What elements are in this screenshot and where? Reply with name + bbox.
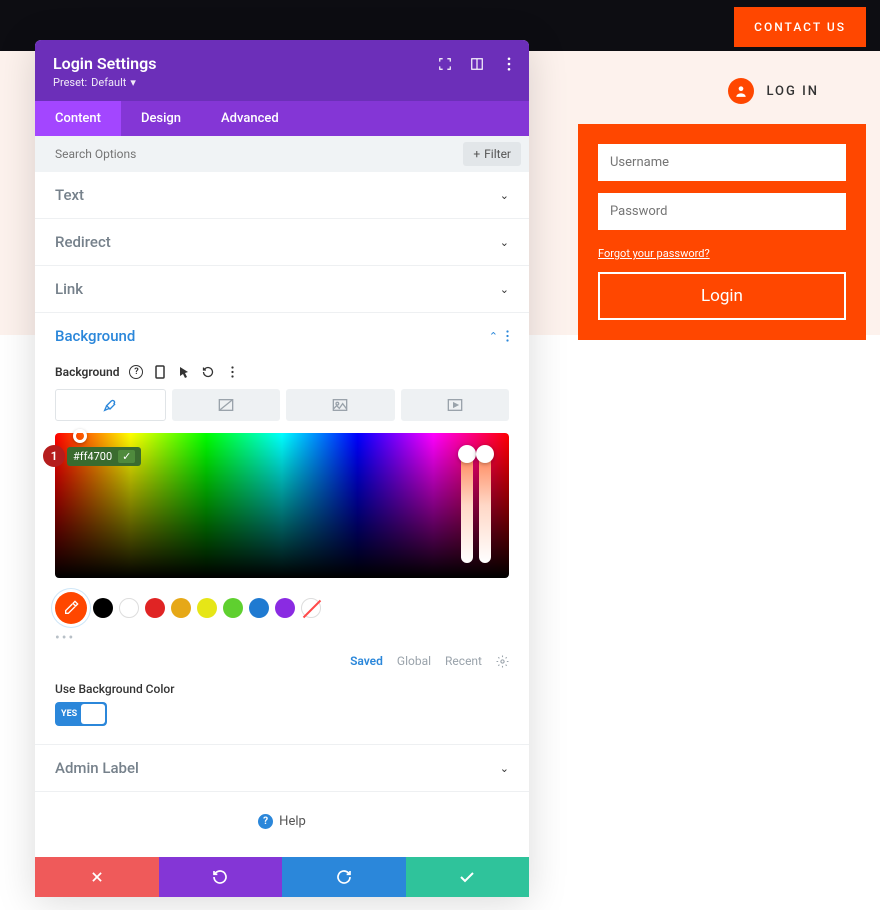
bottom-action-bar [35, 857, 529, 897]
color-picker-handle[interactable] [73, 429, 87, 443]
device-icon[interactable] [153, 365, 167, 379]
focus-icon[interactable] [437, 56, 453, 72]
swatch-orange[interactable] [171, 598, 191, 618]
section-redirect-title: Redirect [55, 233, 111, 251]
password-input[interactable] [598, 193, 846, 230]
toggle-state: YES [61, 709, 77, 719]
preset-value: Default [91, 76, 126, 89]
filter-button[interactable]: + Filter [463, 142, 521, 166]
help-label: Help [279, 814, 306, 829]
hover-icon[interactable] [177, 365, 191, 379]
swatch-blue[interactable] [249, 598, 269, 618]
bg-tab-color[interactable] [55, 389, 166, 421]
color-picker-area[interactable]: 1 #ff4700 ✓ [55, 433, 509, 578]
swatch-row [55, 592, 509, 624]
save-button[interactable] [406, 857, 530, 897]
login-form: Forgot your password? Login [578, 124, 866, 340]
swatch-purple[interactable] [275, 598, 295, 618]
username-input[interactable] [598, 144, 846, 181]
tab-advanced[interactable]: Advanced [201, 101, 299, 136]
tab-content[interactable]: Content [35, 101, 121, 136]
more-vertical-icon[interactable] [506, 330, 509, 342]
chevron-down-icon: ⌄ [500, 236, 509, 249]
more-vertical-icon[interactable] [501, 56, 517, 72]
more-horizontal-icon[interactable]: ••• [55, 630, 509, 646]
preset-label: Preset: [53, 76, 87, 89]
panel-header: Login Settings Preset: Default ▾ [35, 40, 529, 101]
filter-label: Filter [484, 147, 511, 161]
swatch-black[interactable] [93, 598, 113, 618]
section-background-body: Background ? 1 #ff4700 ✓ [35, 351, 529, 745]
columns-icon[interactable] [469, 56, 485, 72]
undo-button[interactable] [159, 857, 283, 897]
reset-icon[interactable] [201, 365, 215, 379]
chevron-down-icon: ▾ [130, 76, 136, 89]
swatch-yellow[interactable] [197, 598, 217, 618]
swatch-green[interactable] [223, 598, 243, 618]
login-header-text: LOG IN [766, 84, 819, 99]
help-icon[interactable]: ? [129, 365, 143, 379]
login-header: LOG IN [728, 78, 819, 104]
section-link[interactable]: Link ⌄ [35, 266, 529, 313]
eyedropper-button[interactable] [55, 592, 87, 624]
bg-tab-gradient[interactable] [172, 389, 281, 421]
panel-tabs: Content Design Advanced [35, 101, 529, 136]
chevron-down-icon: ⌄ [500, 762, 509, 775]
discard-button[interactable] [35, 857, 159, 897]
palette-tab-global[interactable]: Global [397, 654, 431, 668]
chevron-down-icon: ⌄ [500, 189, 509, 202]
palette-tab-saved[interactable]: Saved [350, 654, 383, 668]
bg-tab-video[interactable] [401, 389, 510, 421]
user-icon [728, 78, 754, 104]
section-admin-label[interactable]: Admin Label ⌄ [35, 745, 529, 792]
swatch-red[interactable] [145, 598, 165, 618]
swatch-transparent[interactable] [301, 598, 321, 618]
section-text-title: Text [55, 186, 84, 204]
palette-tab-recent[interactable]: Recent [445, 654, 482, 668]
chevron-up-icon: ⌃ [489, 330, 498, 343]
settings-panel: Login Settings Preset: Default ▾ Content… [35, 40, 529, 897]
slider-handle[interactable] [458, 445, 476, 463]
toggle-knob [81, 704, 105, 724]
section-text[interactable]: Text ⌄ [35, 172, 529, 219]
background-sublabel: Background [55, 365, 119, 379]
section-background-title: Background [55, 327, 135, 345]
alpha-slider[interactable] [479, 447, 491, 563]
chevron-down-icon: ⌄ [500, 283, 509, 296]
hex-value-badge[interactable]: #ff4700 ✓ [67, 447, 141, 466]
more-vertical-icon[interactable] [225, 365, 239, 379]
hex-value: #ff4700 [73, 450, 112, 463]
plus-icon: + [473, 147, 480, 161]
bg-tab-image[interactable] [286, 389, 395, 421]
forgot-password-link[interactable]: Forgot your password? [598, 247, 710, 260]
check-icon[interactable]: ✓ [118, 450, 135, 463]
help-icon: ? [258, 814, 273, 829]
preset-selector[interactable]: Preset: Default ▾ [53, 76, 511, 89]
search-input[interactable] [55, 147, 255, 161]
section-redirect[interactable]: Redirect ⌄ [35, 219, 529, 266]
swatch-white[interactable] [119, 598, 139, 618]
section-admin-label-title: Admin Label [55, 759, 139, 777]
help-row[interactable]: ? Help [35, 792, 529, 857]
login-button[interactable]: Login [598, 272, 846, 320]
contact-us-button[interactable]: CONTACT US [734, 7, 866, 47]
step-marker-1: 1 [43, 445, 65, 467]
gear-icon[interactable] [496, 655, 509, 668]
section-background-header[interactable]: Background ⌃ [35, 313, 529, 351]
search-row: + Filter [35, 136, 529, 172]
slider-handle[interactable] [476, 445, 494, 463]
use-bg-color-label: Use Background Color [55, 682, 509, 696]
saturation-slider[interactable] [461, 447, 473, 563]
tab-design[interactable]: Design [121, 101, 201, 136]
use-bg-color-toggle[interactable]: YES [55, 702, 107, 726]
redo-button[interactable] [282, 857, 406, 897]
section-link-title: Link [55, 280, 83, 298]
